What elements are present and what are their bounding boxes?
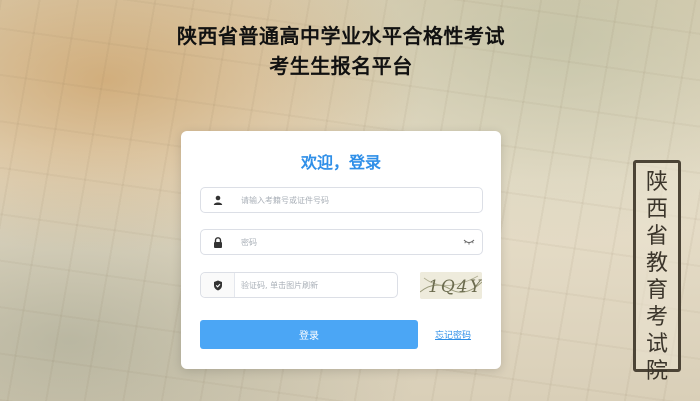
lock-icon — [201, 230, 235, 254]
forgot-password-link[interactable]: 忘记密码 — [435, 328, 471, 341]
captcha-code: 1Q4Y — [428, 277, 482, 297]
login-button[interactable]: 登录 — [200, 320, 418, 349]
page-title-line2: 考生生报名平台 — [269, 54, 413, 78]
eye-closed-icon[interactable] — [463, 237, 475, 247]
username-input[interactable] — [241, 191, 471, 209]
signboard-text: 陕西省教育考试院 — [645, 170, 668, 384]
password-input[interactable] — [241, 233, 451, 251]
user-icon — [201, 188, 235, 212]
background-signboard: 陕西省教育考试院 — [633, 160, 681, 384]
username-field[interactable] — [200, 187, 483, 213]
captcha-field[interactable] — [200, 272, 398, 298]
password-field[interactable] — [200, 229, 483, 255]
captcha-input[interactable] — [241, 276, 391, 294]
login-heading: 欢迎，登录 — [300, 153, 381, 172]
login-card: 欢迎，登录 1Q4Y 登录 忘记密码 — [181, 131, 501, 369]
captcha-image[interactable]: 1Q4Y — [420, 272, 482, 299]
page-title-line1: 陕西省普通高中学业水平合格性考试 — [177, 24, 505, 48]
shield-icon — [201, 273, 235, 297]
